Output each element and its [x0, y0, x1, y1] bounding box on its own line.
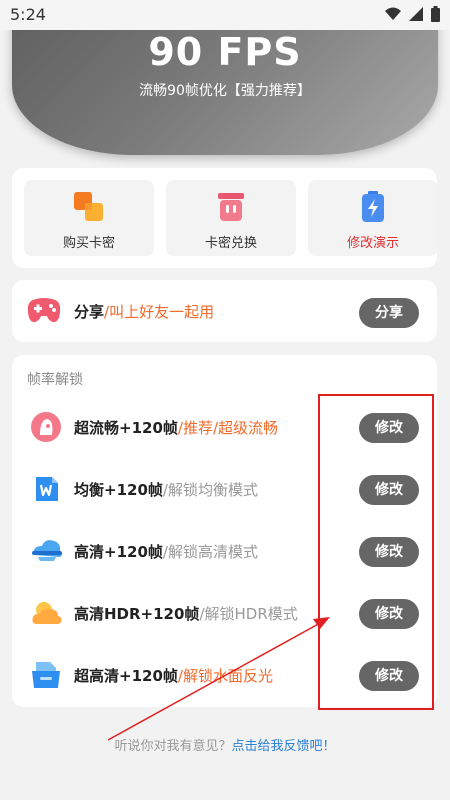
battery-bolt-icon: [362, 191, 384, 222]
folder-stack-icon: [32, 662, 60, 688]
mode-title: 超流畅+120帧: [74, 419, 178, 437]
cloud-sun-icon: [32, 602, 62, 624]
status-bar: 5:24: [0, 0, 450, 30]
signal-icon: [409, 7, 423, 21]
squares-icon: [74, 192, 103, 221]
demo-label: 修改演示: [346, 236, 399, 251]
balanced-mode-icon: [36, 477, 58, 501]
bin-icon: [218, 193, 244, 221]
status-icons: [385, 6, 440, 22]
share-text: 分享/叫上好友一起用: [74, 301, 214, 322]
frame-unlock-heading: 帧率解锁: [27, 372, 83, 388]
mode-title: 高清HDR+120帧: [74, 605, 200, 623]
mode-desc: /解锁均衡模式: [162, 481, 258, 499]
smooth-mode-icon: [31, 412, 61, 442]
fps-title: 90 FPS: [148, 30, 302, 74]
feedback-footer: 听说你对我有意见？点击给我反馈吧！: [0, 735, 450, 754]
fps-subtitle: 流畅90帧优化【强力推荐】: [139, 83, 311, 99]
mode-desc: /解锁HDR模式: [199, 605, 298, 623]
feedback-prompt: 听说你对我有意见？: [114, 739, 232, 754]
cloud-drive-icon: [32, 540, 62, 561]
battery-icon: [431, 6, 440, 22]
mode-desc: /推荐/超级流畅: [177, 419, 278, 437]
demo-button[interactable]: 修改演示: [308, 180, 438, 256]
mode-title: 均衡+120帧: [74, 481, 163, 499]
buy-card-key-button[interactable]: 购买卡密: [24, 180, 154, 256]
feedback-link[interactable]: 点击给我反馈吧！: [232, 739, 336, 754]
gamepad-icon: [27, 298, 61, 323]
mode-title: 超高清+120帧: [74, 667, 178, 685]
redeem-card-key-button[interactable]: 卡密兑换: [166, 180, 296, 256]
quick-actions-card: 购买卡密 卡密兑换 修改演示: [12, 168, 438, 268]
share-card: 分享/叫上好友一起用 分享: [12, 280, 437, 342]
share-desc: /叫上好友一起用: [104, 303, 215, 321]
mode-title: 高清+120帧: [74, 543, 163, 561]
redeem-card-key-label: 卡密兑换: [204, 236, 257, 251]
annotation-highlight-box: [318, 394, 434, 710]
status-time: 5:24: [10, 5, 46, 24]
mode-desc: /解锁高清模式: [162, 543, 258, 561]
wifi-icon: [385, 7, 401, 20]
mode-desc: /解锁水面反光: [177, 667, 273, 685]
share-title: 分享: [74, 303, 105, 321]
buy-card-key-label: 购买卡密: [62, 236, 115, 251]
share-button[interactable]: 分享: [359, 298, 419, 328]
